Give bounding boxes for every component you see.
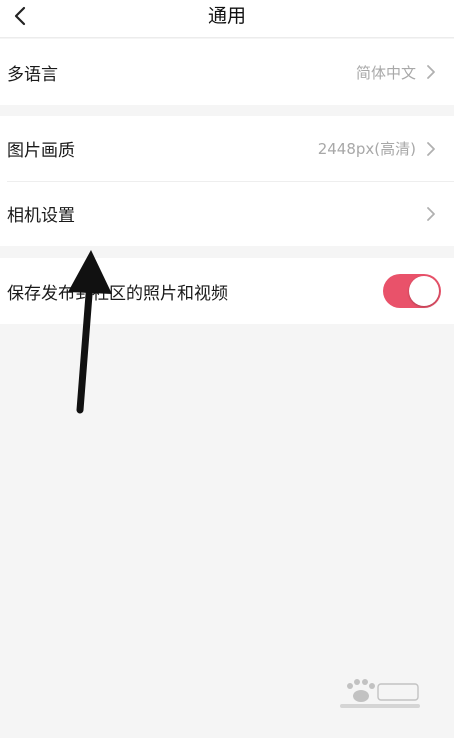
image-quality-label: 图片画质 <box>7 141 75 161</box>
camera-settings-label: 相机设置 <box>7 206 75 226</box>
chevron-right-icon <box>422 205 440 223</box>
settings-group-language: 多语言 简体中文 <box>0 39 454 105</box>
image-quality-row[interactable]: 图片画质 2448px(高清) <box>0 116 454 181</box>
save-media-toggle[interactable] <box>383 274 441 308</box>
language-row[interactable]: 多语言 简体中文 <box>0 39 454 105</box>
nav-bar: 通用 <box>0 0 454 38</box>
chevron-right-icon <box>422 140 440 158</box>
settings-screen: 通用 多语言 简体中文 图片画质 2448px(高清) 相机设置 保存发布到社区… <box>0 0 454 738</box>
baidu-paw-icon <box>340 679 420 708</box>
settings-group-save: 保存发布到社区的照片和视频 <box>0 258 454 324</box>
language-label: 多语言 <box>7 64 58 85</box>
chevron-right-icon <box>422 63 440 81</box>
image-quality-value: 2448px(高清) <box>317 140 416 158</box>
page-title: 通用 <box>207 5 246 27</box>
toggle-knob <box>409 276 439 306</box>
save-media-row: 保存发布到社区的照片和视频 <box>0 258 454 324</box>
arrow-up-icon <box>68 250 112 414</box>
settings-group-media: 图片画质 2448px(高清) 相机设置 <box>0 116 454 246</box>
language-value: 简体中文 <box>355 63 416 82</box>
camera-settings-row[interactable]: 相机设置 <box>0 181 454 246</box>
